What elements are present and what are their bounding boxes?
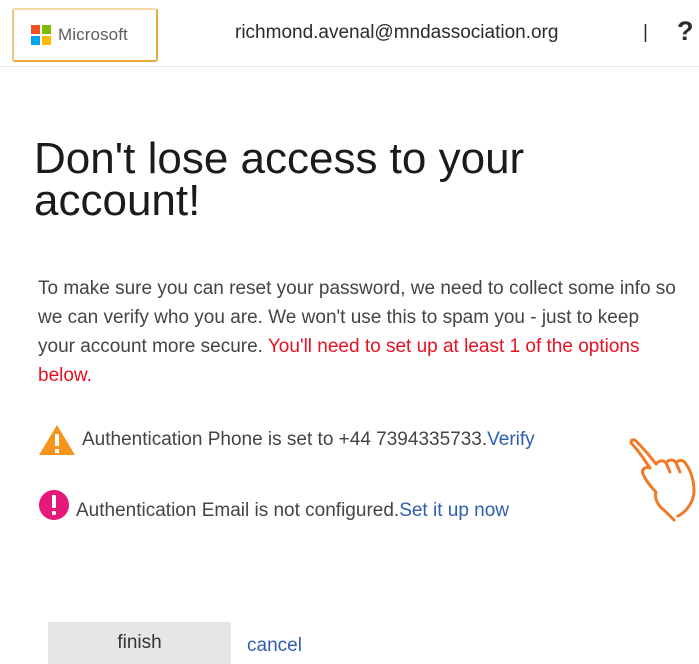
page-title: Don't lose access to your account! bbox=[34, 134, 525, 225]
header-bar: Microsoft richmond.avenal@mndassociation… bbox=[0, 0, 699, 67]
description-text: To make sure you can reset your password… bbox=[38, 274, 678, 390]
header-divider: | bbox=[643, 22, 648, 43]
user-email: richmond.avenal@mndassociation.org bbox=[235, 22, 559, 43]
finish-button[interactable]: finish bbox=[48, 622, 231, 664]
warning-icon bbox=[39, 425, 75, 455]
email-status-text: Authentication Email is not configured. bbox=[76, 500, 400, 521]
phone-status-row: Authentication Phone is set to +44 73943… bbox=[38, 424, 535, 456]
verify-link[interactable]: Verify bbox=[487, 429, 535, 451]
email-status-row: Authentication Email is not configured. … bbox=[38, 490, 509, 522]
microsoft-logo-icon bbox=[31, 25, 51, 45]
phone-status-text: Authentication Phone is set to +44 73943… bbox=[82, 429, 488, 450]
pointing-hand-icon bbox=[629, 438, 696, 522]
error-icon bbox=[39, 490, 69, 520]
microsoft-logo: Microsoft bbox=[12, 8, 158, 62]
help-icon[interactable]: ? bbox=[677, 16, 694, 47]
set-up-email-link[interactable]: Set it up now bbox=[399, 500, 509, 522]
logo-text: Microsoft bbox=[58, 25, 128, 44]
cancel-link[interactable]: cancel bbox=[247, 635, 302, 657]
